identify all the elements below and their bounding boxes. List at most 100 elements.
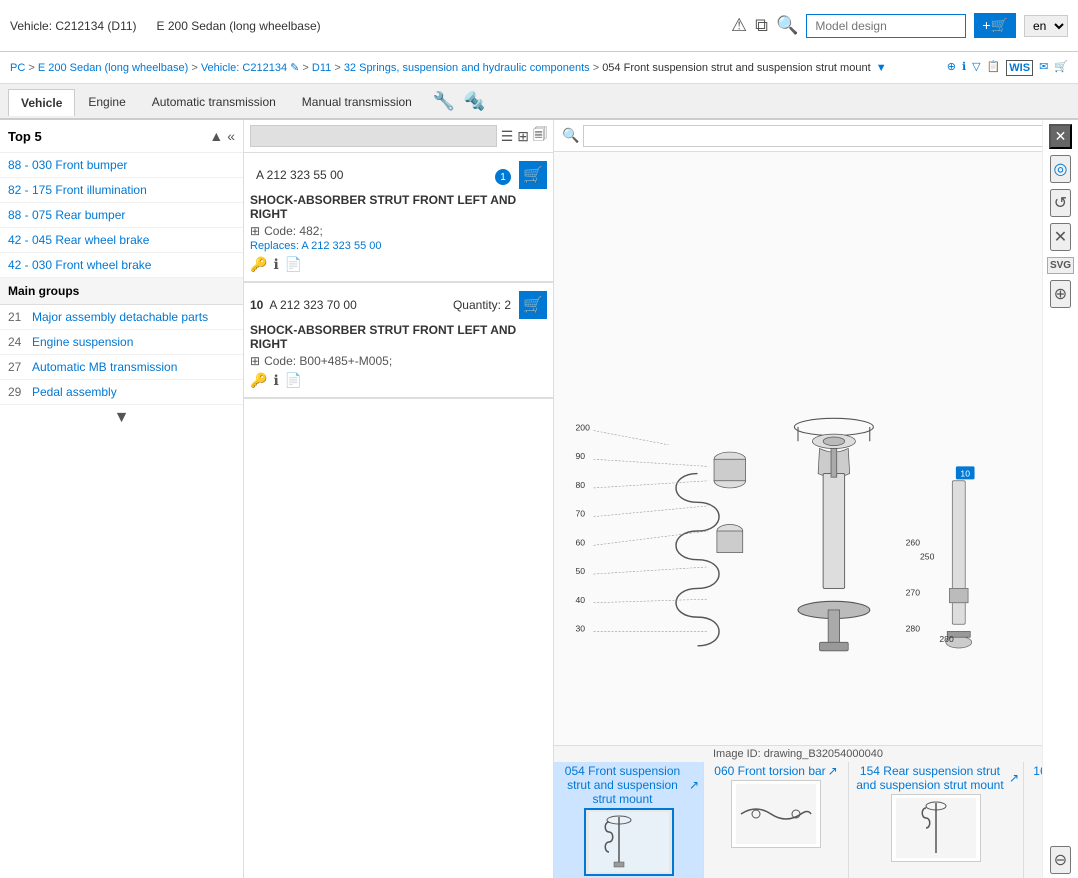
breadcrumb-dropdown-icon[interactable]: ▼ xyxy=(876,62,887,74)
parts-filter-input[interactable] xyxy=(250,125,497,147)
info-icon[interactable]: ℹ xyxy=(962,60,966,76)
cart-icon[interactable]: 🛒 xyxy=(1054,60,1068,76)
thumbnail-3[interactable]: 165 Rear torsion bar ↗ xyxy=(1024,762,1042,878)
sidebar-collapse-icon[interactable]: ▲ xyxy=(209,128,223,144)
diagram-zoom-out-button[interactable]: ⊖ xyxy=(1050,846,1071,874)
part-1-code-row: ⊞ Code: B00+485+-M005; xyxy=(250,354,547,368)
diagram-undo-button[interactable]: ↺ xyxy=(1050,189,1071,217)
svg-text:70: 70 xyxy=(576,509,586,519)
parts-detail-icon[interactable]: 🗐 xyxy=(533,124,547,148)
thumb-0-label: 054 Front suspension strut and suspensio… xyxy=(558,764,699,806)
breadcrumb-32[interactable]: 32 Springs, suspension and hydraulic com… xyxy=(344,62,590,74)
diagram-search-icon[interactable]: 🔍 xyxy=(562,127,579,144)
diagram-zoom-in-button[interactable]: ⊕ xyxy=(1050,280,1071,308)
sidebar-group-29-label: Pedal assembly xyxy=(32,385,117,399)
sidebar-item-front-bumper[interactable]: 88 - 030 Front bumper xyxy=(0,153,243,178)
thumb-1-ext-icon: ↗ xyxy=(828,764,838,778)
parts-list-header: ☰ ⊞ 🗐 xyxy=(244,120,553,153)
sidebar-header: Top 5 ▲ « xyxy=(0,120,243,153)
image-id: Image ID: drawing_B32054000040 xyxy=(554,746,1042,762)
model-search-input[interactable] xyxy=(806,14,966,38)
svg-text:40: 40 xyxy=(576,595,586,605)
part-1-info-icon[interactable]: ℹ xyxy=(273,372,278,389)
part-0-code: A 212 323 55 00 xyxy=(256,168,343,182)
part-1-barcode-icon[interactable]: 🔑 xyxy=(250,372,267,389)
sidebar-item-rear-wheel-brake[interactable]: 42 - 045 Rear wheel brake xyxy=(0,228,243,253)
tab-icon-engine[interactable]: 🔩 xyxy=(463,91,485,112)
parts-grid-icon[interactable]: ⊞ xyxy=(517,128,529,145)
part-card-0: A 212 323 55 00 🛒 1 SHOCK-ABSORBER STRUT… xyxy=(244,153,553,283)
part-1-pos: 10 xyxy=(250,298,263,312)
tab-icon-wrench[interactable]: 🔧 xyxy=(433,91,455,112)
part-0-info-icon[interactable]: ℹ xyxy=(273,256,278,273)
breadcrumb: PC > E 200 Sedan (long wheelbase) > Vehi… xyxy=(10,61,887,74)
part-1-actions: 🔑 ℹ 📄 xyxy=(250,372,547,389)
tab-vehicle[interactable]: Vehicle xyxy=(8,89,75,116)
breadcrumb-vehicle-model[interactable]: E 200 Sedan (long wheelbase) xyxy=(38,62,188,74)
sidebar-item-rear-bumper[interactable]: 88 - 075 Rear bumper xyxy=(0,203,243,228)
thumb-2-img xyxy=(891,794,981,862)
diagram-toolbar: ✕ ◎ ↺ ✕ SVG ⊕ ⊖ xyxy=(1042,120,1078,878)
breadcrumb-pc[interactable]: PC xyxy=(10,62,25,74)
cart-add-top-button[interactable]: +🛒 xyxy=(974,13,1016,38)
sidebar-group-27[interactable]: 27 Automatic MB transmission xyxy=(0,355,243,380)
part-0-doc-icon[interactable]: 📄 xyxy=(285,256,302,273)
language-select[interactable]: en de xyxy=(1024,15,1068,37)
diagram-svg-button[interactable]: SVG xyxy=(1047,257,1074,274)
parts-list-icon[interactable]: ☰ xyxy=(501,128,514,145)
sidebar-item-front-illumination[interactable]: 82 - 175 Front illumination xyxy=(0,178,243,203)
sidebar-group-24[interactable]: 24 Engine suspension xyxy=(0,330,243,355)
sidebar-group-29[interactable]: 29 Pedal assembly xyxy=(0,380,243,405)
part-0-table-icon: ⊞ xyxy=(250,224,260,238)
sidebar-expand-icon[interactable]: « xyxy=(227,128,235,144)
part-0-cart-button[interactable]: 🛒 xyxy=(519,161,547,189)
tab-bar: Vehicle Engine Automatic transmission Ma… xyxy=(0,84,1078,120)
thumb-0-img xyxy=(584,808,674,876)
vehicle-name: E 200 Sedan (long wheelbase) xyxy=(157,19,321,33)
svg-text:60: 60 xyxy=(576,537,586,547)
thumb-2-label: 154 Rear suspension strut and suspension… xyxy=(853,764,1019,792)
svg-text:280: 280 xyxy=(939,634,954,644)
thumbnail-2[interactable]: 154 Rear suspension strut and suspension… xyxy=(849,762,1024,878)
sidebar-group-27-label: Automatic MB transmission xyxy=(32,360,177,374)
document-icon[interactable]: 📋 xyxy=(987,60,1001,76)
breadcrumb-d11[interactable]: D11 xyxy=(312,62,331,74)
tab-engine[interactable]: Engine xyxy=(75,88,138,115)
mail-icon[interactable]: ✉ xyxy=(1039,60,1048,76)
diagram-search-input[interactable] xyxy=(583,125,1054,147)
filter-icon[interactable]: ▽ xyxy=(972,60,980,76)
sidebar: Top 5 ▲ « 88 - 030 Front bumper 82 - 175… xyxy=(0,120,244,878)
tab-automatic[interactable]: Automatic transmission xyxy=(139,88,289,115)
warning-icon[interactable]: ⚠ xyxy=(731,15,747,36)
sidebar-scroll-down[interactable]: ▼ xyxy=(0,405,243,431)
svg-text:10: 10 xyxy=(960,468,970,478)
part-card-0-header: A 212 323 55 00 🛒 1 xyxy=(250,161,547,189)
part-0-barcode-icon[interactable]: 🔑 xyxy=(250,256,267,273)
top-bar-right: ⚠ ⧉ 🔍 +🛒 en de xyxy=(731,13,1068,38)
thumb-0-ext-icon: ↗ xyxy=(689,778,699,792)
part-0-actions: 🔑 ℹ 📄 xyxy=(250,256,547,273)
part-1-cart-button[interactable]: 🛒 xyxy=(519,291,547,319)
zoom-in-icon[interactable]: ⊕ xyxy=(947,60,956,76)
wis-icon[interactable]: WIS xyxy=(1006,60,1033,76)
diagram-cross-button[interactable]: ✕ xyxy=(1050,223,1071,251)
diagram-target-button[interactable]: ◎ xyxy=(1050,155,1072,183)
part-1-doc-icon[interactable]: 📄 xyxy=(285,372,302,389)
part-0-code-row: ⊞ Code: 482; xyxy=(250,224,547,238)
sidebar-group-21[interactable]: 21 Major assembly detachable parts xyxy=(0,305,243,330)
thumb-1-img xyxy=(731,780,821,848)
breadcrumb-vehicle-id[interactable]: Vehicle: C212134 xyxy=(201,62,287,74)
breadcrumb-icons: ⊕ ℹ ▽ 📋 WIS ✉ 🛒 xyxy=(947,60,1068,76)
part-1-table-icon: ⊞ xyxy=(250,354,260,368)
top-bar-left: Vehicle: C212134 (D11) E 200 Sedan (long… xyxy=(10,19,731,33)
thumb-3-label: 165 Rear torsion bar ↗ xyxy=(1033,764,1042,778)
tab-manual[interactable]: Manual transmission xyxy=(289,88,425,115)
thumbnail-0[interactable]: 054 Front suspension strut and suspensio… xyxy=(554,762,704,878)
sidebar-item-front-wheel-brake[interactable]: 42 - 030 Front wheel brake xyxy=(0,253,243,278)
top-bar: Vehicle: C212134 (D11) E 200 Sedan (long… xyxy=(0,0,1078,52)
breadcrumb-edit-icon[interactable]: ✎ xyxy=(290,62,299,74)
diagram-close-button[interactable]: ✕ xyxy=(1049,124,1073,149)
thumbnail-1[interactable]: 060 Front torsion bar ↗ xyxy=(704,762,849,878)
copy-icon[interactable]: ⧉ xyxy=(755,15,768,36)
search-icon-top[interactable]: 🔍 xyxy=(776,15,798,36)
